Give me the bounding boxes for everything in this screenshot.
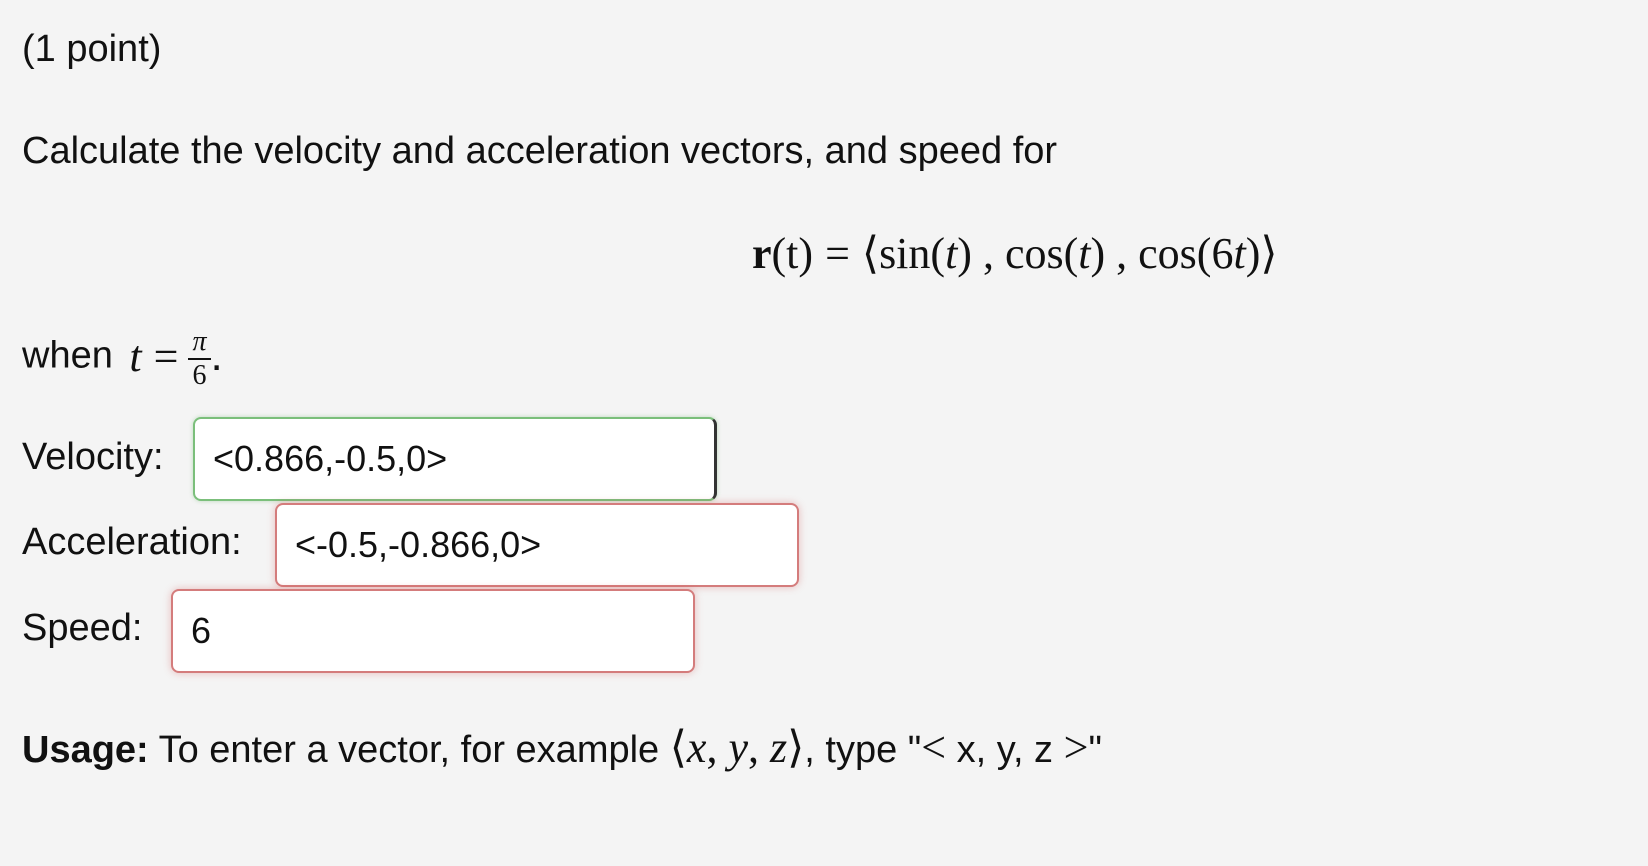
formula-sep1: , — [971, 229, 1005, 278]
when-condition: when t = π 6. — [22, 322, 223, 390]
when-var: t — [129, 331, 142, 381]
formula-c2-fn: cos( — [1004, 229, 1079, 278]
usage-close-bracket: ⟩ — [787, 723, 805, 772]
formula-c1-close: ) — [957, 229, 972, 278]
usage-label: Usage: — [22, 729, 149, 771]
velocity-label: Velocity: — [22, 436, 164, 478]
when-word: when — [22, 334, 113, 377]
speed-input[interactable] — [171, 589, 695, 673]
usage-y: y — [728, 723, 748, 772]
formula-open-bracket: ⟨ — [861, 229, 880, 278]
usage-text-mid: , type " — [804, 729, 922, 771]
usage-example-inner: x, y, z — [946, 729, 1064, 771]
acceleration-label: Acceleration: — [22, 521, 242, 563]
formula-sep2: , — [1105, 229, 1139, 278]
speed-label: Speed: — [22, 607, 143, 649]
position-formula: r(t) = ⟨sin(t) , cos(t) , cos(6t)⟩ — [752, 232, 1278, 276]
usage-text-end: " — [1088, 729, 1102, 771]
usage-text-before: To enter a vector, for example — [148, 729, 670, 771]
pi-over-six-fraction: π6 — [188, 328, 211, 391]
formula-c1-fn: sin( — [879, 229, 946, 278]
velocity-input[interactable] — [193, 417, 717, 501]
usage-hint: Usage: To enter a vector, for example ⟨x… — [22, 722, 1102, 773]
usage-z: z — [769, 723, 788, 772]
usage-comma2: , — [747, 723, 770, 772]
fraction-numerator: π — [188, 328, 211, 360]
formula-c1-var: t — [945, 229, 958, 278]
usage-x: x — [686, 723, 707, 772]
formula-c3-var: t — [1233, 229, 1246, 278]
problem-prompt: Calculate the velocity and acceleration … — [22, 130, 1058, 172]
formula-c3-close: ) — [1245, 229, 1261, 278]
formula-c3-fn: cos(6 — [1138, 229, 1234, 278]
usage-open-bracket: ⟨ — [669, 723, 687, 772]
acceleration-input[interactable] — [275, 503, 799, 587]
formula-c2-close: ) — [1090, 229, 1106, 278]
when-equals: = — [153, 331, 179, 381]
fraction-denominator: 6 — [192, 360, 207, 391]
formula-lhs-func: r — [752, 229, 772, 278]
formula-lhs-arg: (t) — [771, 229, 814, 278]
usage-gt: > — [1063, 723, 1089, 772]
formula-equals: = — [825, 229, 850, 278]
points-label: (1 point) — [22, 28, 162, 70]
usage-comma1: , — [706, 723, 729, 772]
formula-c2-var: t — [1078, 229, 1091, 278]
when-period: . — [210, 331, 223, 380]
usage-lt: < — [921, 723, 947, 772]
formula-close-bracket: ⟩ — [1260, 229, 1278, 278]
